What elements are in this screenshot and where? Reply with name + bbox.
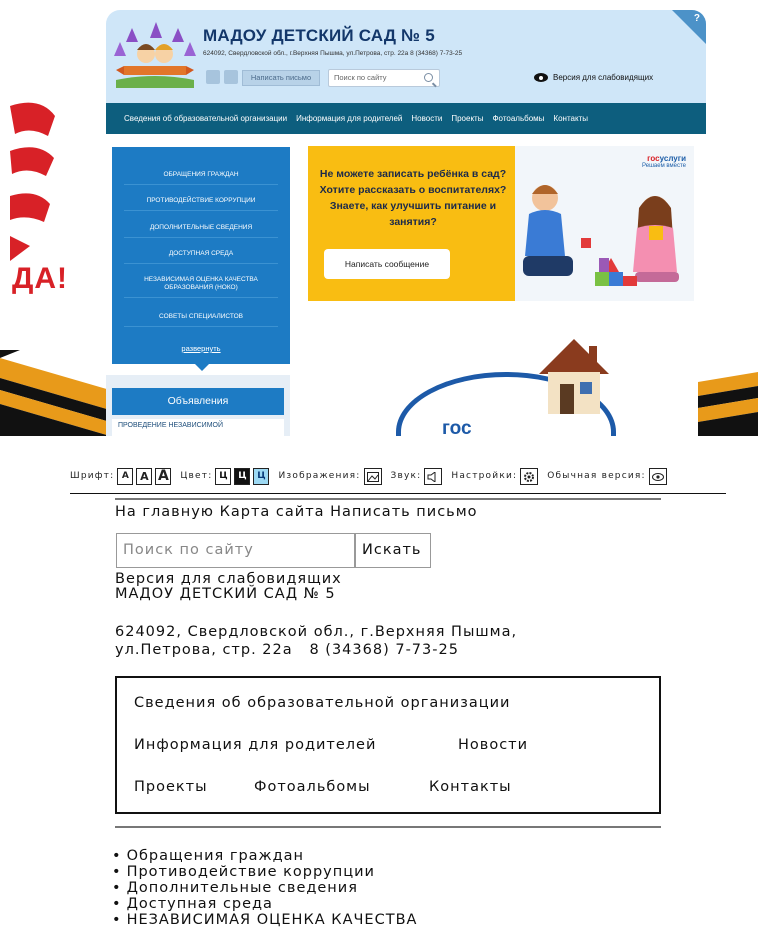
eye-icon[interactable]: [534, 73, 548, 82]
house-icon: [539, 339, 609, 414]
nav-item-projects[interactable]: Проекты: [134, 779, 208, 795]
announcement-item[interactable]: Проведение независимой: [112, 419, 284, 436]
list-item[interactable]: Дополнительные сведения: [112, 880, 417, 896]
announcements-title[interactable]: Объявления: [112, 388, 284, 415]
gos-house-banner: гос: [308, 320, 694, 436]
font-size-large-button[interactable]: А: [155, 467, 172, 485]
address-line-2: ул.Петрова, стр. 22а 8 (34368) 7-73-25: [115, 642, 459, 658]
write-message-button[interactable]: Написать сообщение: [324, 249, 450, 279]
toolbar-divider: [70, 493, 726, 494]
children-playing-illustration: [523, 185, 679, 286]
list-item[interactable]: Обращения граждан: [112, 848, 417, 864]
list-item[interactable]: НЕЗАВИСИМАЯ ОЦЕНКА КАЧЕСТВА: [112, 912, 417, 928]
side-menu-arrow: [194, 363, 210, 371]
search-icon[interactable]: [424, 73, 433, 82]
site-header: МАДОУ ДЕТСКИЙ САД № 5 624092, Свердловск…: [106, 10, 706, 103]
color-scheme-blue-button[interactable]: Ц: [253, 467, 270, 485]
house-gos-word: гос: [442, 418, 472, 436]
side-menu-item-additional[interactable]: Дополнительные сведения: [124, 224, 278, 238]
accessible-version-screenshot: Шрифт: А А А Цвет: Ц Ц Ц Изображения: Зв…: [0, 456, 758, 939]
image-icon[interactable]: [363, 467, 382, 485]
nav-item-news[interactable]: Новости: [411, 114, 442, 123]
list-item[interactable]: Противодействие коррупции: [112, 864, 417, 880]
side-menu-expand-link[interactable]: развернуть: [112, 344, 290, 353]
site-frame: МАДОУ ДЕТСКИЙ САД № 5 624092, Свердловск…: [106, 10, 706, 436]
ribbon-left-decoration: [0, 350, 110, 436]
low-vision-link[interactable]: Версия для слабовидящих: [553, 73, 653, 82]
eye-icon[interactable]: [648, 467, 667, 485]
main-nav: Сведения об образовательной организации …: [106, 103, 706, 134]
font-size-small-button[interactable]: А: [117, 467, 134, 485]
promo-text: Не можете записать ребёнка в сад? Хотите…: [319, 168, 507, 228]
sound-icon[interactable]: [424, 467, 443, 485]
nav-item-news[interactable]: Новости: [458, 737, 528, 753]
side-menu-list: Обращения граждан Противодействие корруп…: [112, 848, 417, 928]
color-scheme-black-button[interactable]: Ц: [234, 467, 251, 485]
nav-item-contacts[interactable]: Контакты: [553, 114, 588, 123]
side-menu-item-appeals[interactable]: Обращения граждан: [124, 171, 278, 185]
font-size-medium-button[interactable]: А: [136, 467, 153, 485]
nav-item-contacts[interactable]: Контакты: [429, 779, 512, 795]
color-scheme-white-button[interactable]: Ц: [215, 467, 232, 485]
nav-item-about[interactable]: Сведения об образовательной организации: [124, 114, 287, 123]
side-menu-item-quality-assessment[interactable]: Независимая оценка качества образования …: [124, 276, 278, 298]
sitemap-icon[interactable]: [224, 70, 238, 84]
settings-label: Настройки:: [451, 471, 518, 481]
side-menu-item-advice[interactable]: Советы специалистов: [124, 313, 278, 327]
victory-text-decoration: ДА!: [12, 262, 69, 295]
nav-item-albums[interactable]: Фотоальбомы: [254, 779, 371, 795]
header-divider: [115, 498, 661, 500]
site-title[interactable]: МАДОУ ДЕТСКИЙ САД № 5: [115, 587, 336, 602]
kindergarten-logo[interactable]: [112, 20, 198, 92]
search-input[interactable]: Поиск по сайту: [328, 69, 440, 87]
nav-item-albums[interactable]: Фотоальбомы: [492, 114, 544, 123]
site-address: 624092, Свердловской обл., г.Верхняя Пыш…: [203, 50, 463, 57]
gear-icon[interactable]: [520, 467, 539, 485]
search-button[interactable]: Искать: [355, 533, 431, 568]
address-line-1: 624092, Свердловской обл., г.Верхняя Пыш…: [115, 624, 518, 640]
images-label: Изображения:: [278, 471, 361, 481]
nav-divider: [115, 826, 661, 828]
site-address: 624092, Свердловской обл., г.Верхняя Пыш…: [115, 623, 517, 659]
ribbon-right-decoration: [698, 372, 758, 436]
announcements-panel: Объявления Проведение независимой: [106, 375, 290, 436]
search-placeholder: Поиск по сайту: [334, 73, 387, 82]
normal-version-label: Обычная версия:: [547, 471, 646, 481]
help-corner-button[interactable]: ?: [672, 10, 706, 44]
promo-illustration: госуслуги Решаем вместе: [515, 146, 694, 301]
sound-label: Звук:: [390, 471, 422, 481]
side-menu-item-anticorruption[interactable]: Противодействие коррупции: [124, 197, 278, 211]
accessibility-toolbar: Шрифт: А А А Цвет: Ц Ц Ц Изображения: Зв…: [70, 467, 667, 485]
search-input[interactable]: Поиск по сайту: [116, 533, 355, 568]
side-menu: Обращения граждан Противодействие корруп…: [112, 147, 290, 364]
nav-item-about[interactable]: Сведения об образовательной организации: [134, 695, 510, 711]
main-nav: Сведения об образовательной организации …: [115, 676, 661, 814]
font-label: Шрифт:: [70, 471, 115, 481]
site-title[interactable]: МАДОУ ДЕТСКИЙ САД № 5: [203, 26, 435, 46]
home-icon[interactable]: [206, 70, 220, 84]
gosuslugi-promo-banner: Не можете записать ребёнка в сад? Хотите…: [308, 146, 694, 301]
help-icon: ?: [693, 13, 700, 24]
nav-item-parents[interactable]: Информация для родителей: [296, 114, 402, 123]
top-links[interactable]: На главную Карта сайта Написать письмо: [115, 504, 478, 520]
nav-item-projects[interactable]: Проекты: [451, 114, 483, 123]
write-letter-button[interactable]: Написать письмо: [242, 70, 320, 86]
promo-text-panel: Не можете записать ребёнка в сад? Хотите…: [308, 146, 515, 301]
low-vision-link[interactable]: Версия для слабовидящих: [115, 572, 342, 587]
list-item[interactable]: Доступная среда: [112, 896, 417, 912]
color-label: Цвет:: [180, 471, 213, 481]
nav-item-parents[interactable]: Информация для родителей: [134, 737, 376, 753]
side-menu-item-accessibility[interactable]: Доступная среда: [124, 250, 278, 264]
screenshot-separator: [0, 436, 758, 456]
normal-version-screenshot: ДА! МАДОУ ДЕТСКИЙ САД № 5 624092, Свердл…: [0, 0, 758, 436]
